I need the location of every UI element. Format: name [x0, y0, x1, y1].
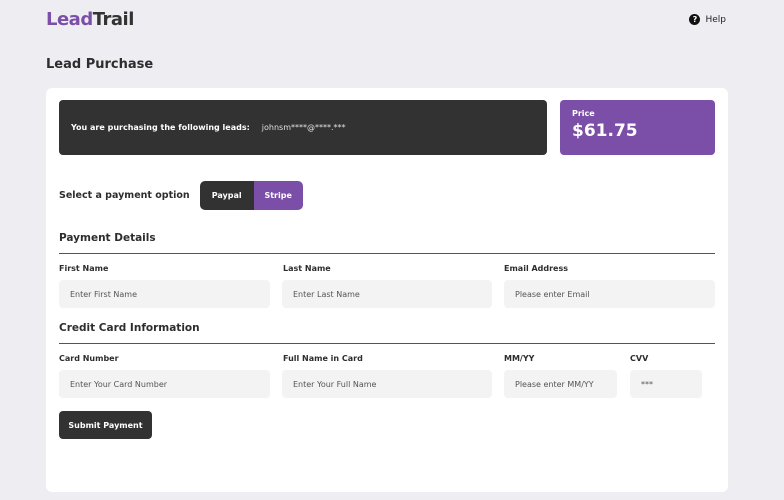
- logo-part-trail: Trail: [92, 9, 135, 30]
- payment-details-title: Payment Details: [59, 232, 156, 244]
- card-name-label: Full Name in Card: [283, 354, 363, 363]
- email-input[interactable]: [504, 280, 715, 308]
- first-name-input[interactable]: [59, 280, 270, 308]
- card-number-label: Card Number: [59, 354, 119, 363]
- help-icon: ?: [689, 14, 701, 25]
- cvv-label: CVV: [630, 354, 649, 363]
- price-label: Price: [572, 109, 595, 118]
- leads-summary: You are purchasing the following leads: …: [59, 100, 547, 155]
- purchase-card: You are purchasing the following leads: …: [46, 88, 728, 492]
- payment-option-label: Select a payment option: [59, 190, 190, 201]
- credit-card-title: Credit Card Information: [59, 322, 200, 334]
- payment-option-row: Select a payment option Paypal Stripe: [59, 181, 303, 210]
- section-divider: [59, 253, 715, 254]
- logo[interactable]: LeadTrail: [46, 9, 134, 30]
- cvv-input[interactable]: [630, 370, 702, 398]
- last-name-input[interactable]: [282, 280, 492, 308]
- card-name-input[interactable]: [282, 370, 492, 398]
- stripe-option[interactable]: Stripe: [253, 181, 303, 210]
- submit-payment-button[interactable]: Submit Payment: [59, 411, 152, 439]
- section-divider: [59, 343, 715, 344]
- payment-option-toggle: Paypal Stripe: [199, 181, 303, 210]
- leads-summary-value: johnsm****@****.***: [261, 123, 346, 132]
- first-name-label: First Name: [59, 264, 109, 273]
- price-value: $61.75: [572, 121, 638, 141]
- top-bar: LeadTrail ? Help: [0, 0, 784, 44]
- help-label: Help: [705, 14, 726, 25]
- paypal-option[interactable]: Paypal: [199, 181, 254, 210]
- expiry-input[interactable]: [504, 370, 617, 398]
- card-number-input[interactable]: [59, 370, 270, 398]
- page-title: Lead Purchase: [46, 57, 154, 72]
- logo-part-lead: Lead: [46, 9, 93, 30]
- leads-summary-label: You are purchasing the following leads:: [71, 123, 250, 132]
- email-label: Email Address: [504, 264, 569, 273]
- expiry-label: MM/YY: [504, 354, 535, 363]
- help-link[interactable]: ? Help: [689, 14, 726, 25]
- last-name-label: Last Name: [283, 264, 331, 273]
- price-box: Price $61.75: [560, 100, 715, 155]
